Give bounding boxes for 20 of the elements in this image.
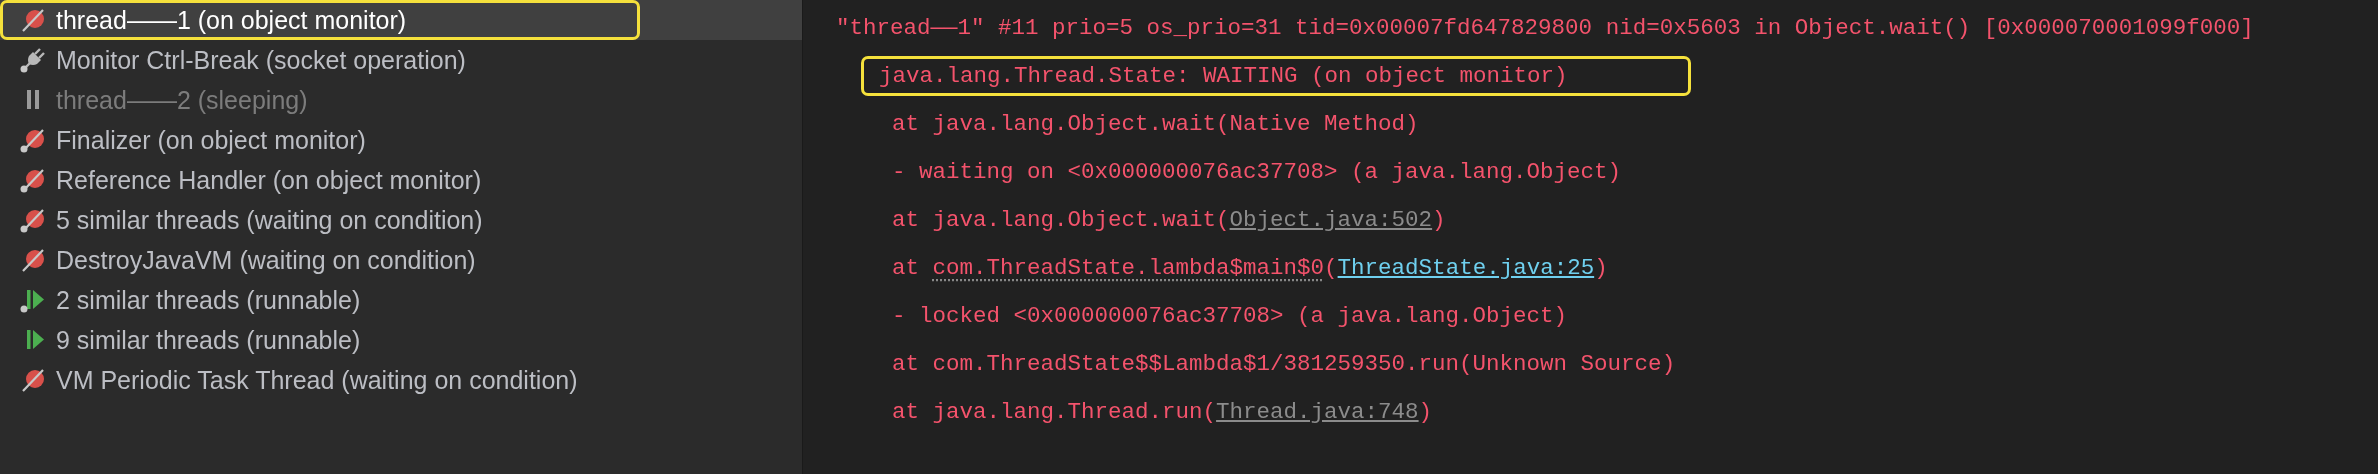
thread-item[interactable]: 9 similar threads (runnable): [0, 320, 802, 360]
source-link[interactable]: Object.java:502: [1229, 207, 1433, 233]
source-link[interactable]: Thread.java:748: [1216, 399, 1419, 425]
stack-frame-line: at com.ThreadState.lambda$main$0(ThreadState.java:25): [892, 255, 1608, 281]
thread-item[interactable]: Reference Handler (on object monitor): [0, 160, 802, 200]
thread-header-line: "thread——1" #11 prio=5 os_prio=31 tid=0x00007fd647829800 nid=0x5603 in Object.wait() [0x000070001099f000]: [836, 15, 2254, 41]
stack-frame-line: at com.ThreadState$$Lambda$1/381259350.run(Unknown Source): [892, 351, 1676, 377]
thread-item[interactable]: Finalizer (on object monitor): [0, 120, 802, 160]
source-link[interactable]: ThreadState.java:25: [1337, 255, 1595, 281]
thread-item[interactable]: thread——1 (on object monitor): [0, 0, 802, 40]
thread-item[interactable]: 5 similar threads (waiting on condition): [0, 200, 802, 240]
stack-frame-line: at java.lang.Object.wait(Object.java:502): [892, 207, 1446, 233]
stack-frame-line: - waiting on <0x000000076ac37708> (a java.lang.Object): [892, 159, 1622, 185]
thread-item[interactable]: 2 similar threads (runnable): [0, 280, 802, 320]
thread-item[interactable]: DestroyJavaVM (waiting on condition): [0, 240, 802, 280]
thread-item[interactable]: VM Periodic Task Thread (waiting on condition): [0, 360, 802, 400]
stack-frame-line: at java.lang.Object.wait(Native Method): [892, 111, 1419, 137]
stack-frame-line: - locked <0x000000076ac37708> (a java.lang.Object): [892, 303, 1568, 329]
stack-frame-line: at java.lang.Thread.run(Thread.java:748): [892, 399, 1433, 425]
thread-item[interactable]: Monitor Ctrl-Break (socket operation): [0, 40, 802, 80]
